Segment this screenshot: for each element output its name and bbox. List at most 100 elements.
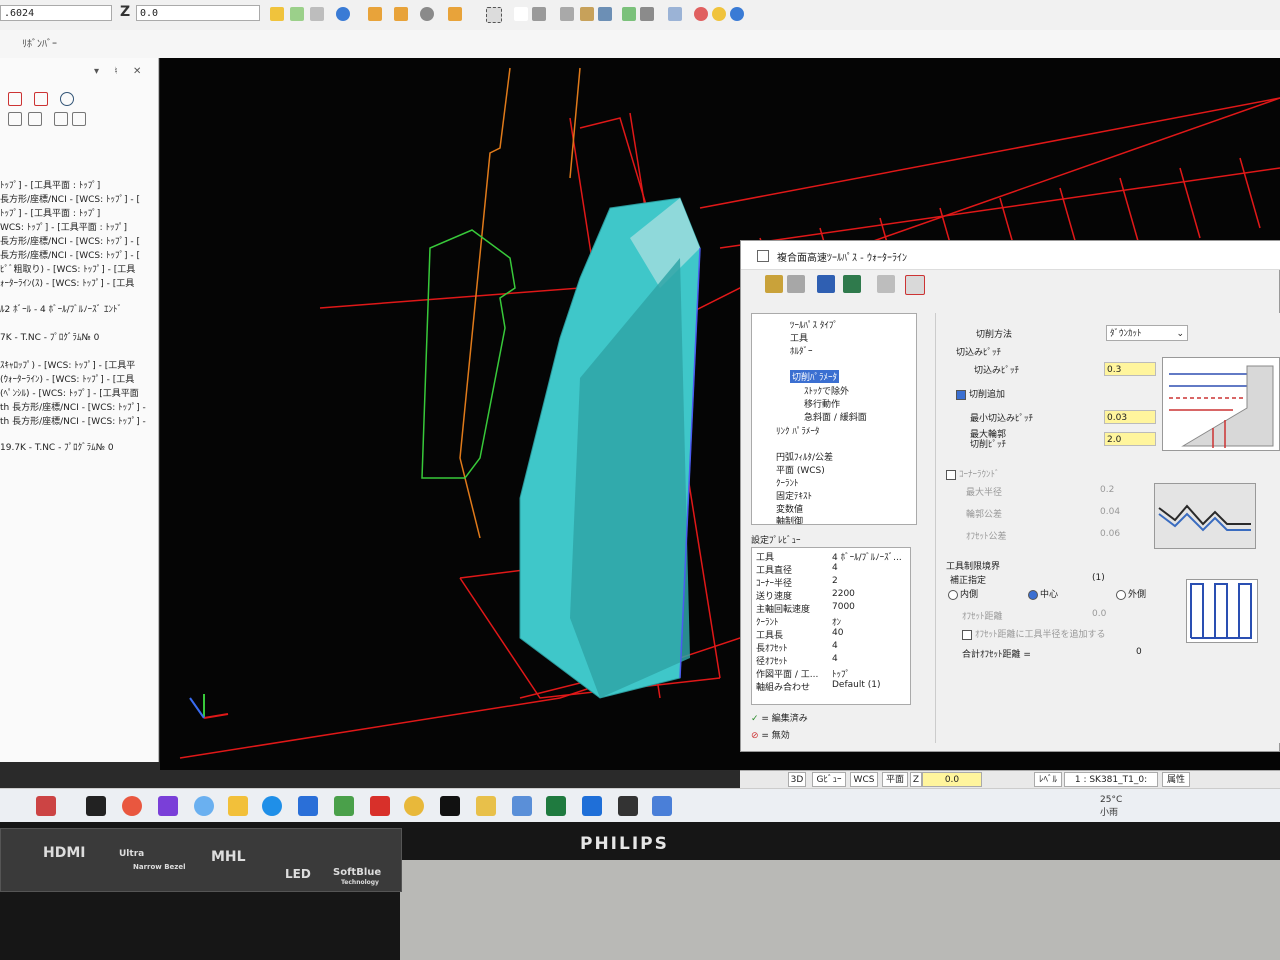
rotate-icon[interactable] <box>420 7 434 21</box>
tree-item-axis-control[interactable]: 軸制御 <box>776 514 803 524</box>
panel-controls[interactable]: ▾ ♮ ✕ <box>94 66 147 77</box>
tree-item-toolpath-type[interactable]: ﾂｰﾙﾊﾟｽ ﾀｲﾌﾟ <box>790 318 838 331</box>
delete-icon[interactable] <box>905 275 925 295</box>
list-item[interactable]: 長方形/座標/NCI - [WCS: ﾄｯﾌﾟ] - [ <box>0 192 140 205</box>
view-top-icon[interactable] <box>598 7 612 21</box>
plane[interactable]: 平面 <box>882 772 908 787</box>
tree-item-link-params[interactable]: ﾘﾝｸ ﾊﾟﾗﾒｰﾀ <box>776 424 819 437</box>
snap-icon[interactable] <box>270 7 284 21</box>
wz-editor-icon[interactable] <box>440 796 460 816</box>
list-item[interactable]: ﾋﾟﾞ粗取り) - [WCS: ﾄｯﾌﾟ] - [工具 <box>0 262 135 275</box>
regen-icon[interactable] <box>34 92 48 106</box>
save-default-icon[interactable] <box>843 275 861 293</box>
radio-icon[interactable] <box>948 589 958 600</box>
checkbox-icon[interactable] <box>946 469 956 480</box>
copilot-icon[interactable] <box>194 796 214 816</box>
check-icon[interactable] <box>668 7 682 21</box>
list-item[interactable]: th 長方形/座標/NCI - [WCS: ﾄｯﾌﾟ] - <box>0 414 146 427</box>
pointer-icon[interactable] <box>640 7 654 21</box>
stepdown-input[interactable]: 0.3 <box>1104 362 1156 376</box>
corner-round-checkbox[interactable]: ｺｰﾅｰﾗｳﾝﾄﾞ <box>946 467 1000 480</box>
select-box-icon[interactable] <box>486 7 502 23</box>
tree-item-transitions[interactable]: 移行動作 <box>804 397 840 410</box>
profile-tol-value[interactable]: 0.04 <box>1100 507 1120 517</box>
list-item[interactable]: WCS: ﾄｯﾌﾟ] - [工具平面 : ﾄｯﾌﾟ] <box>0 220 127 233</box>
stop-icon[interactable] <box>694 7 708 21</box>
offset-dist-value[interactable]: 0.0 <box>1092 609 1106 619</box>
tool-icon[interactable] <box>54 112 68 126</box>
list-item[interactable]: th 長方形/座標/NCI - [WCS: ﾄｯﾌﾟ] - <box>0 400 146 413</box>
help-icon[interactable] <box>336 7 350 21</box>
list-item[interactable]: 19.7K - T.NC - ﾌﾟﾛｸﾞﾗﾑ№ 0 <box>0 440 114 453</box>
mastercam-task-icon[interactable] <box>618 796 638 816</box>
radio-center[interactable]: 中心 <box>1028 587 1058 600</box>
copy-icon[interactable] <box>8 112 22 126</box>
tree-item-steep-shallow[interactable]: 急斜面 / 緩斜面 <box>804 410 867 423</box>
checkbox-icon[interactable] <box>956 389 966 400</box>
max-profile-input[interactable]: 2.0 <box>1104 432 1156 446</box>
move-icon[interactable] <box>28 112 42 126</box>
gview[interactable]: Gﾋﾞｭｰ <box>812 772 846 787</box>
list-item[interactable]: (ｳｫｰﾀｰﾗｲﾝ) - [WCS: ﾄｯﾌﾟ] - [工具 <box>0 372 134 385</box>
view-3d[interactable]: 3D <box>788 772 806 787</box>
edge-icon[interactable] <box>262 796 282 816</box>
excel-icon[interactable] <box>546 796 566 816</box>
list-item[interactable]: ｫｰﾀｰﾗｲﾝ(ｽ) - [WCS: ﾄｯﾌﾟ] - [工具 <box>0 276 134 289</box>
tree-item-coolant[interactable]: ｸｰﾗﾝﾄ <box>776 476 799 489</box>
list-item[interactable]: ﾙ2 ﾎﾞｰﾙ - 4 ﾎﾞｰﾙ/ﾌﾞﾙﾉｰｽﾞ ｴﾝﾄﾞ <box>0 302 122 315</box>
app3-icon[interactable] <box>512 796 532 816</box>
attributes[interactable]: 属性 <box>1162 772 1190 787</box>
desktop-icon[interactable] <box>86 796 106 816</box>
list-item[interactable]: 7K - T.NC - ﾌﾟﾛｸﾞﾗﾑ№ 0 <box>0 330 99 343</box>
list-item[interactable]: ｽｷｬﾛｯﾌﾟ) - [WCS: ﾄｯﾌﾟ] - [工具平 <box>0 358 135 371</box>
folder-icon[interactable] <box>228 796 248 816</box>
wrench-icon[interactable] <box>72 112 86 126</box>
wcs[interactable]: WCS <box>850 772 878 787</box>
mastercam-icon[interactable] <box>122 796 142 816</box>
z-status-field[interactable]: 0.0 <box>922 772 982 787</box>
min-stepdown-input[interactable]: 0.03 <box>1104 410 1156 424</box>
list-item[interactable]: 長方形/座標/NCI - [WCS: ﾄｯﾌﾟ] - [ <box>0 248 140 261</box>
layers2-icon[interactable] <box>394 7 408 21</box>
app2-icon[interactable] <box>476 796 496 816</box>
cursor-icon[interactable] <box>514 7 528 21</box>
z-depth-field[interactable]: 0.0 <box>136 5 260 21</box>
add-radius-checkbox[interactable]: ｵﾌｾｯﾄ距離に工具半径を追加する <box>962 627 1106 640</box>
calculator-icon[interactable] <box>877 275 895 293</box>
outlook-icon[interactable] <box>582 796 602 816</box>
save-icon[interactable] <box>817 275 835 293</box>
checkbox-icon[interactable] <box>962 629 972 640</box>
filter-icon[interactable] <box>622 7 636 21</box>
tree-item-holder[interactable]: ﾎﾙﾀﾞｰ <box>790 344 813 357</box>
tree-item-planes[interactable]: 平面 (WCS) <box>776 463 825 476</box>
chrome-icon[interactable] <box>404 796 424 816</box>
view-iso-icon[interactable] <box>560 7 574 21</box>
acrobat-icon[interactable] <box>370 796 390 816</box>
offset-tol-value[interactable]: 0.06 <box>1100 529 1120 539</box>
notes-icon[interactable] <box>652 796 672 816</box>
grid-icon[interactable] <box>448 7 462 21</box>
max-radius-value[interactable]: 0.2 <box>1100 485 1114 495</box>
solid-icon[interactable] <box>532 7 546 21</box>
tree-item-stock[interactable]: ｽﾄｯｸで除外 <box>804 384 849 397</box>
radio-icon[interactable] <box>1028 589 1038 600</box>
radio-icon[interactable] <box>1116 589 1126 600</box>
tree-item-arc-filter[interactable]: 円弧ﾌｨﾙﾀ/公差 <box>776 450 833 463</box>
coordinate-field[interactable]: .6024 <box>0 5 112 21</box>
tree-item-cut-params[interactable]: 切削ﾊﾟﾗﾒｰﾀ <box>790 370 840 383</box>
list-item[interactable]: (ﾍﾟﾝｼﾙ) - [WCS: ﾄｯﾌﾟ] - [工具平面 <box>0 386 139 399</box>
tool-select-icon[interactable] <box>765 275 783 293</box>
tree-item-tool[interactable]: 工具 <box>790 331 808 344</box>
weather-widget[interactable]: 25°C 小雨 <box>1100 795 1122 818</box>
list-item[interactable]: ﾄｯﾌﾟ] - [工具平面 : ﾄｯﾌﾟ] <box>0 206 100 219</box>
news-icon[interactable] <box>36 796 56 816</box>
layers-icon[interactable] <box>368 7 382 21</box>
radio-inside[interactable]: 内側 <box>948 587 978 600</box>
help2-icon[interactable] <box>730 7 744 21</box>
help-panel-icon[interactable] <box>60 92 74 106</box>
tree-item-canned-text[interactable]: 固定ﾃｷｽﾄ <box>776 489 812 502</box>
app-icon[interactable] <box>334 796 354 816</box>
list-item[interactable]: 長方形/座標/NCI - [WCS: ﾄｯﾌﾟ] - [ <box>0 234 140 247</box>
settings-icon[interactable] <box>712 7 726 21</box>
photos-icon[interactable] <box>158 796 178 816</box>
